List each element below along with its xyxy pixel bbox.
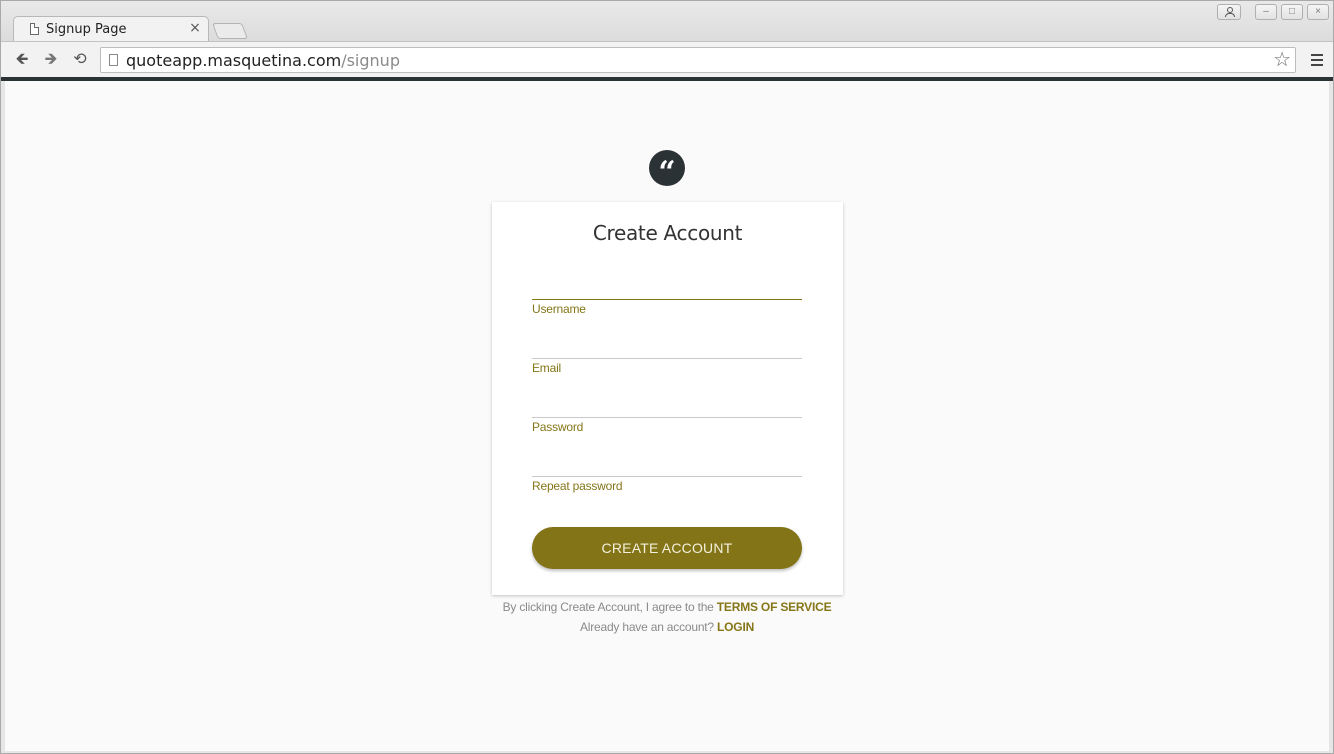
signup-card: Create Account Username Email Password R… — [492, 202, 843, 595]
repeat-password-input[interactable] — [532, 441, 802, 477]
repeat-password-label: Repeat password — [532, 479, 623, 493]
page-icon — [30, 23, 39, 35]
login-link[interactable]: LOGIN — [717, 620, 754, 634]
url-path: /signup — [341, 51, 400, 70]
terms-of-service-link[interactable]: TERMS OF SERVICE — [717, 600, 832, 614]
username-input[interactable] — [532, 264, 802, 300]
maximize-button[interactable]: □ — [1281, 4, 1303, 20]
user-profile-button[interactable] — [1217, 4, 1241, 20]
email-label: Email — [532, 361, 562, 375]
user-icon — [1225, 7, 1235, 17]
password-field-group: Password — [532, 382, 802, 434]
address-bar[interactable]: quoteapp.masquetina.com/signup ☆ — [100, 47, 1296, 73]
terms-line: By clicking Create Account, I agree to t… — [5, 600, 1329, 614]
page-content: “ Create Account Username Email Password… — [5, 81, 1329, 751]
repeat-password-field-group: Repeat password — [532, 441, 802, 493]
email-field-group: Email — [532, 323, 802, 375]
login-line: Already have an account? LOGIN — [5, 620, 1329, 634]
password-label: Password — [532, 420, 584, 434]
tab-strip: Signup Page × – □ × — [1, 1, 1333, 42]
window-close-button[interactable]: × — [1307, 4, 1329, 20]
terms-text: By clicking Create Account, I agree to t… — [502, 600, 714, 614]
login-text: Already have an account? — [579, 620, 714, 634]
browser-toolbar: 🡸 🡺 ⟲ quoteapp.masquetina.com/signup ☆ — [1, 41, 1333, 78]
minimize-button[interactable]: – — [1255, 4, 1277, 20]
password-input[interactable] — [532, 382, 802, 418]
window-controls: – □ × — [1217, 4, 1329, 22]
create-account-button[interactable]: CREATE ACCOUNT — [532, 527, 802, 569]
username-field-group: Username — [532, 264, 802, 316]
reload-icon[interactable]: ⟲ — [69, 48, 91, 70]
username-label: Username — [532, 302, 586, 316]
bookmark-star-icon[interactable]: ☆ — [1273, 48, 1291, 72]
url-text: quoteapp.masquetina.com/signup — [126, 51, 400, 70]
tab-signup-page[interactable]: Signup Page × — [13, 16, 209, 42]
menu-icon[interactable] — [1311, 54, 1323, 66]
close-icon[interactable]: × — [188, 20, 202, 36]
forward-arrow-icon[interactable]: 🡺 — [40, 48, 62, 70]
url-host: quoteapp.masquetina.com — [126, 51, 342, 70]
back-arrow-icon[interactable]: 🡸 — [11, 48, 33, 70]
page-icon — [109, 54, 118, 66]
tab-title: Signup Page — [46, 22, 127, 37]
quote-logo-icon: “ — [649, 150, 685, 190]
page-title: Create Account — [592, 221, 743, 245]
new-tab-button[interactable] — [212, 23, 248, 39]
email-input[interactable] — [532, 323, 802, 359]
browser-window: Signup Page × – □ × 🡸 🡺 ⟲ quoteapp.masqu… — [0, 0, 1334, 754]
